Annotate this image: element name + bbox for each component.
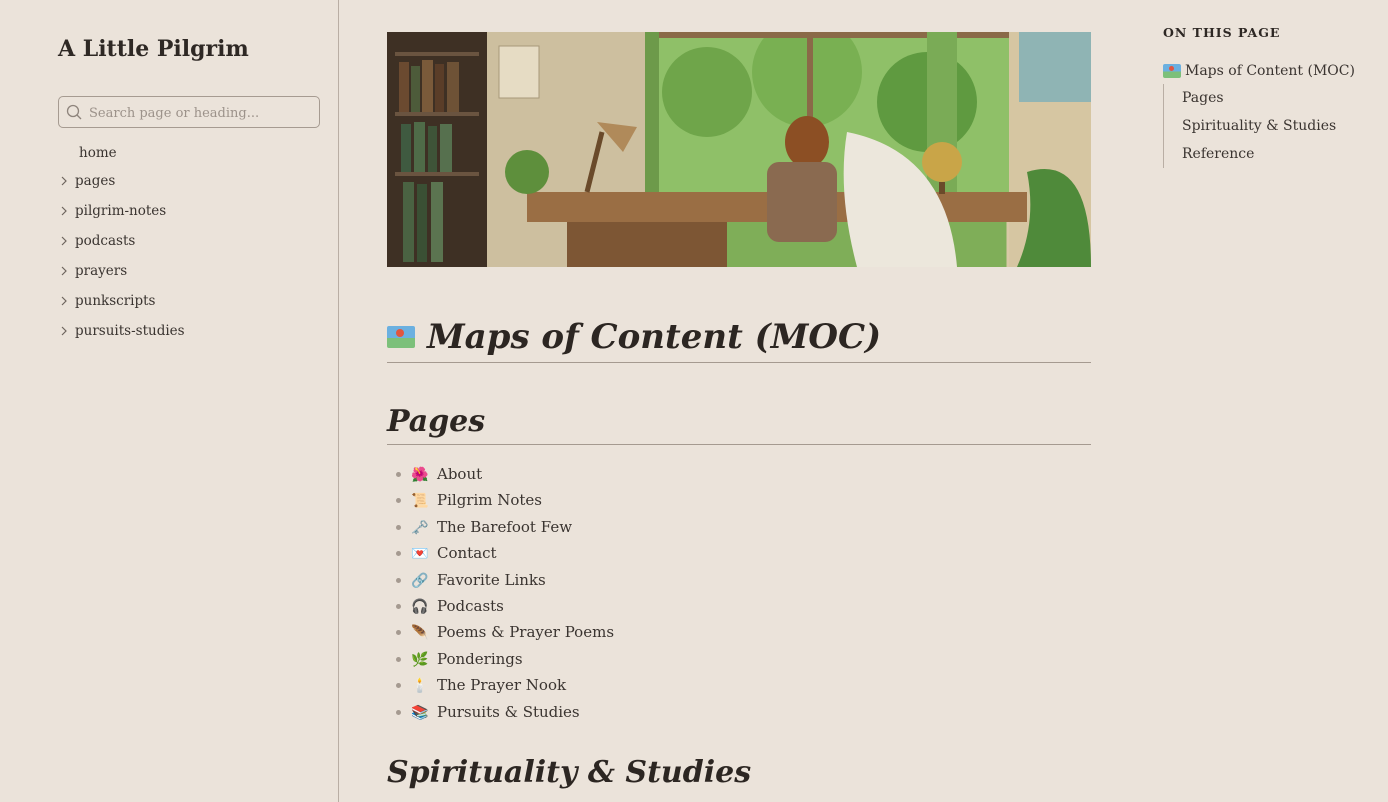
search-input[interactable] bbox=[89, 102, 313, 124]
list-item: 🕯️ The Prayer Nook bbox=[387, 672, 1091, 698]
list-item: 💌 Contact bbox=[387, 540, 1091, 566]
toc-sublist: Pages Spirituality & Studies Reference bbox=[1163, 84, 1373, 168]
sidebar-item-label: pursuits-studies bbox=[75, 323, 185, 339]
link-podcasts[interactable]: Podcasts bbox=[437, 597, 504, 615]
link-prayer-nook[interactable]: The Prayer Nook bbox=[437, 676, 566, 694]
hibiscus-icon: 🌺 bbox=[411, 467, 429, 483]
books-icon: 📚 bbox=[411, 704, 429, 721]
section-heading-pages: Pages bbox=[387, 399, 1091, 445]
love-letter-icon: 💌 bbox=[411, 546, 429, 563]
chevron-right-icon[interactable] bbox=[59, 206, 69, 216]
toc-item-moc[interactable]: Maps of Content (MOC) bbox=[1163, 58, 1373, 84]
sidebar: A Little Pilgrim home pages pilgrim-note… bbox=[0, 0, 339, 802]
toc-item-pages[interactable]: Pages bbox=[1182, 84, 1373, 112]
link-icon: 🔗 bbox=[411, 572, 429, 589]
list-item: 🪶 Poems & Prayer Poems bbox=[387, 619, 1091, 645]
list-item: 📚 Pursuits & Studies bbox=[387, 699, 1091, 725]
link-favorite-links[interactable]: Favorite Links bbox=[437, 571, 546, 589]
table-of-contents: ON THIS PAGE Maps of Content (MOC) Pages… bbox=[1163, 22, 1373, 168]
banner-image bbox=[387, 32, 1091, 267]
list-item: 🎧 Podcasts bbox=[387, 593, 1091, 619]
sidebar-item-label: podcasts bbox=[75, 233, 136, 249]
chevron-right-icon[interactable] bbox=[59, 176, 69, 186]
feather-icon: 🪶 bbox=[411, 625, 429, 642]
key-icon: 🗝️ bbox=[411, 519, 429, 536]
sidebar-item-label: prayers bbox=[75, 263, 128, 279]
world-map-icon bbox=[1163, 64, 1181, 78]
world-map-icon bbox=[387, 325, 415, 348]
sidebar-item-pursuits-studies[interactable]: pursuits-studies bbox=[58, 320, 185, 350]
list-item: 🌿 Ponderings bbox=[387, 646, 1091, 672]
search-box[interactable] bbox=[58, 96, 320, 128]
list-item: 🗝️ The Barefoot Few bbox=[387, 514, 1091, 540]
main-content: Maps of Content (MOC) Pages 🌺 About 📜 Pilg… bbox=[387, 32, 1091, 790]
sidebar-item-punkscripts[interactable]: punkscripts bbox=[58, 290, 185, 320]
banner-illustration bbox=[387, 32, 1091, 267]
toc-item-label: Maps of Content (MOC) bbox=[1185, 63, 1355, 79]
link-about[interactable]: About bbox=[437, 465, 482, 483]
herb-icon: 🌿 bbox=[411, 651, 429, 668]
site-title[interactable]: A Little Pilgrim bbox=[58, 36, 249, 62]
page-title: Maps of Content (MOC) bbox=[387, 311, 1091, 363]
link-ponderings[interactable]: Ponderings bbox=[437, 650, 523, 668]
search-icon bbox=[66, 104, 82, 120]
list-item: 🔗 Favorite Links bbox=[387, 567, 1091, 593]
link-barefoot-few[interactable]: The Barefoot Few bbox=[437, 518, 572, 536]
link-pursuits-studies[interactable]: Pursuits & Studies bbox=[437, 703, 580, 721]
sidebar-item-label: pages bbox=[75, 173, 116, 189]
chevron-right-icon[interactable] bbox=[59, 266, 69, 276]
sidebar-item-prayers[interactable]: prayers bbox=[58, 260, 185, 290]
scroll-icon: 📜 bbox=[411, 493, 429, 510]
list-item: 📜 Pilgrim Notes bbox=[387, 487, 1091, 513]
headphones-icon: 🎧 bbox=[411, 598, 429, 615]
link-pilgrim-notes[interactable]: Pilgrim Notes bbox=[437, 491, 542, 509]
sidebar-item-label: punkscripts bbox=[75, 293, 156, 309]
sidebar-item-podcasts[interactable]: podcasts bbox=[58, 230, 185, 260]
candle-icon: 🕯️ bbox=[411, 678, 429, 695]
link-contact[interactable]: Contact bbox=[437, 544, 497, 562]
sidebar-item-label: pilgrim-notes bbox=[75, 203, 167, 219]
link-poems[interactable]: Poems & Prayer Poems bbox=[437, 623, 614, 641]
toc-title: ON THIS PAGE bbox=[1163, 25, 1281, 40]
chevron-right-icon[interactable] bbox=[59, 236, 69, 246]
chevron-right-icon[interactable] bbox=[59, 326, 69, 336]
chevron-right-icon[interactable] bbox=[59, 296, 69, 306]
sidebar-nav: home pages pilgrim-notes podcasts prayer… bbox=[58, 142, 185, 350]
pages-list: 🌺 About 📜 Pilgrim Notes 🗝️ The Barefoot Few… bbox=[387, 461, 1091, 725]
sidebar-item-home[interactable]: home bbox=[58, 142, 185, 170]
section-heading-spirituality: Spirituality & Studies bbox=[387, 754, 752, 790]
sidebar-item-pages[interactable]: pages bbox=[58, 170, 185, 200]
sidebar-item-pilgrim-notes[interactable]: pilgrim-notes bbox=[58, 200, 185, 230]
list-item: 🌺 About bbox=[387, 461, 1091, 487]
page-title-text: Maps of Content (MOC) bbox=[427, 316, 882, 357]
toc-item-spirituality[interactable]: Spirituality & Studies bbox=[1182, 112, 1373, 140]
toc-item-reference[interactable]: Reference bbox=[1182, 140, 1373, 168]
